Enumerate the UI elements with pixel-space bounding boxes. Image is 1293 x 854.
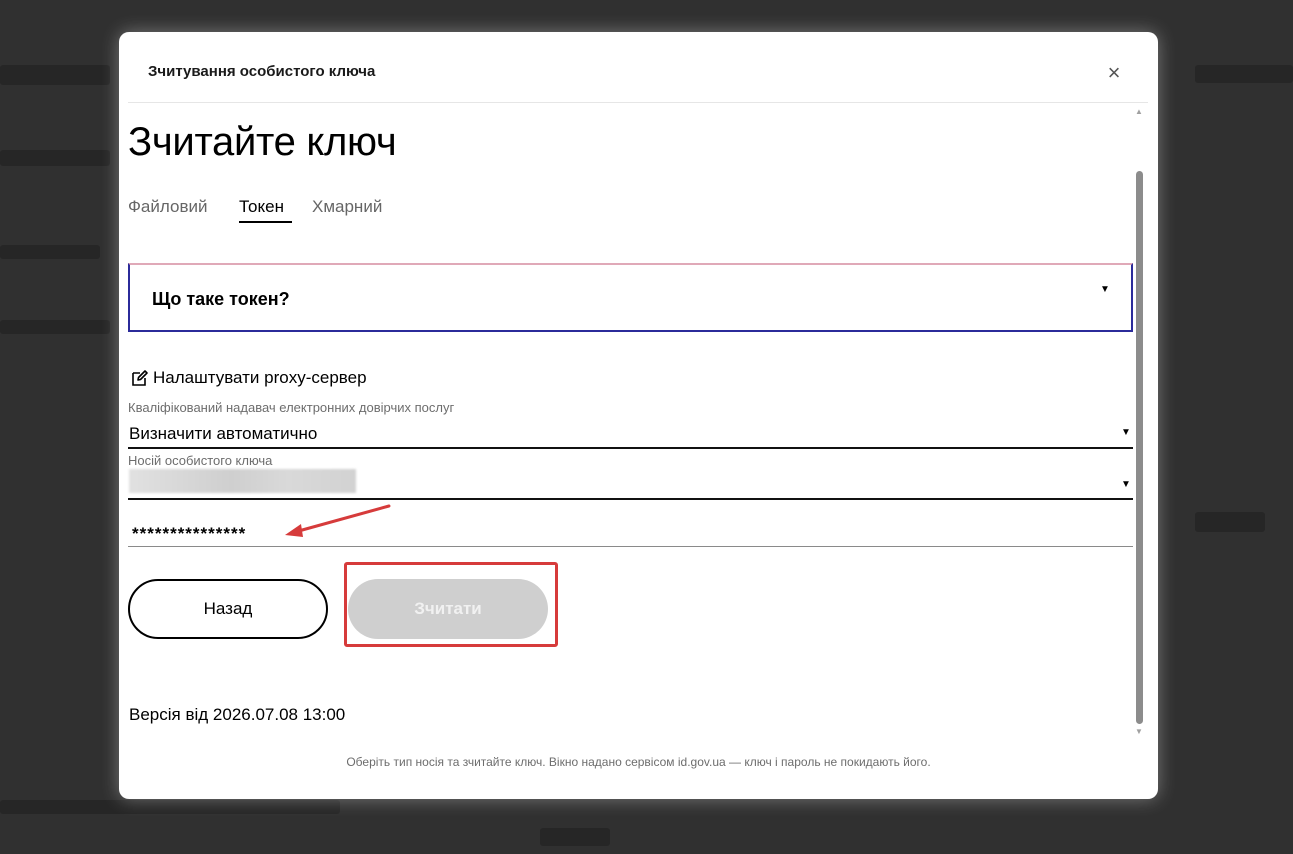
provider-value: Визначити автоматично xyxy=(129,424,318,443)
tab-file[interactable]: Файловий xyxy=(128,197,207,217)
accordion-title: Що таке токен? xyxy=(152,289,290,309)
edit-icon xyxy=(132,370,148,386)
annotation-arrow-icon xyxy=(285,504,391,537)
header-divider xyxy=(128,102,1148,103)
read-key-dialog: Зчитування особистого ключа × ▲ ▼ Зчитай… xyxy=(119,32,1158,799)
token-info-accordion[interactable]: Що таке токен? ▼ xyxy=(128,263,1133,332)
scroll-up-icon[interactable]: ▲ xyxy=(1135,108,1143,116)
footer-note: Оберіть тип носія та зчитайте ключ. Вікн… xyxy=(346,755,931,769)
chevron-down-icon: ▼ xyxy=(1100,284,1110,295)
version-text: Версія від 2026.07.08 13:00 xyxy=(129,705,346,724)
chevron-down-icon: ▼ xyxy=(1121,427,1131,438)
key-carrier-label: Носій особистого ключа xyxy=(128,453,273,468)
proxy-settings-label: Налаштувати proxy-сервер xyxy=(153,368,367,387)
back-button[interactable]: Назад xyxy=(128,579,328,639)
scrollbar-thumb[interactable] xyxy=(1136,171,1143,724)
password-value: *************** xyxy=(132,524,247,543)
scroll-down-icon[interactable]: ▼ xyxy=(1135,728,1143,736)
active-tab-indicator xyxy=(239,221,292,223)
provider-select[interactable]: Визначити автоматично ▼ xyxy=(128,418,1133,449)
provider-label: Кваліфікований надавач електронних довір… xyxy=(128,400,455,415)
dialog-header: Зчитування особистого ключа × xyxy=(119,32,1158,102)
dialog-title: Зчитування особистого ключа xyxy=(148,63,376,80)
tab-cloud[interactable]: Хмарний xyxy=(312,197,382,217)
tab-token[interactable]: Токен xyxy=(239,197,284,217)
redacted-carrier-value xyxy=(129,469,356,493)
read-key-button[interactable]: Зчитати xyxy=(348,579,548,639)
close-icon[interactable]: × xyxy=(1103,62,1125,84)
chevron-down-icon: ▼ xyxy=(1121,479,1131,490)
page-title: Зчитайте ключ xyxy=(128,120,397,164)
